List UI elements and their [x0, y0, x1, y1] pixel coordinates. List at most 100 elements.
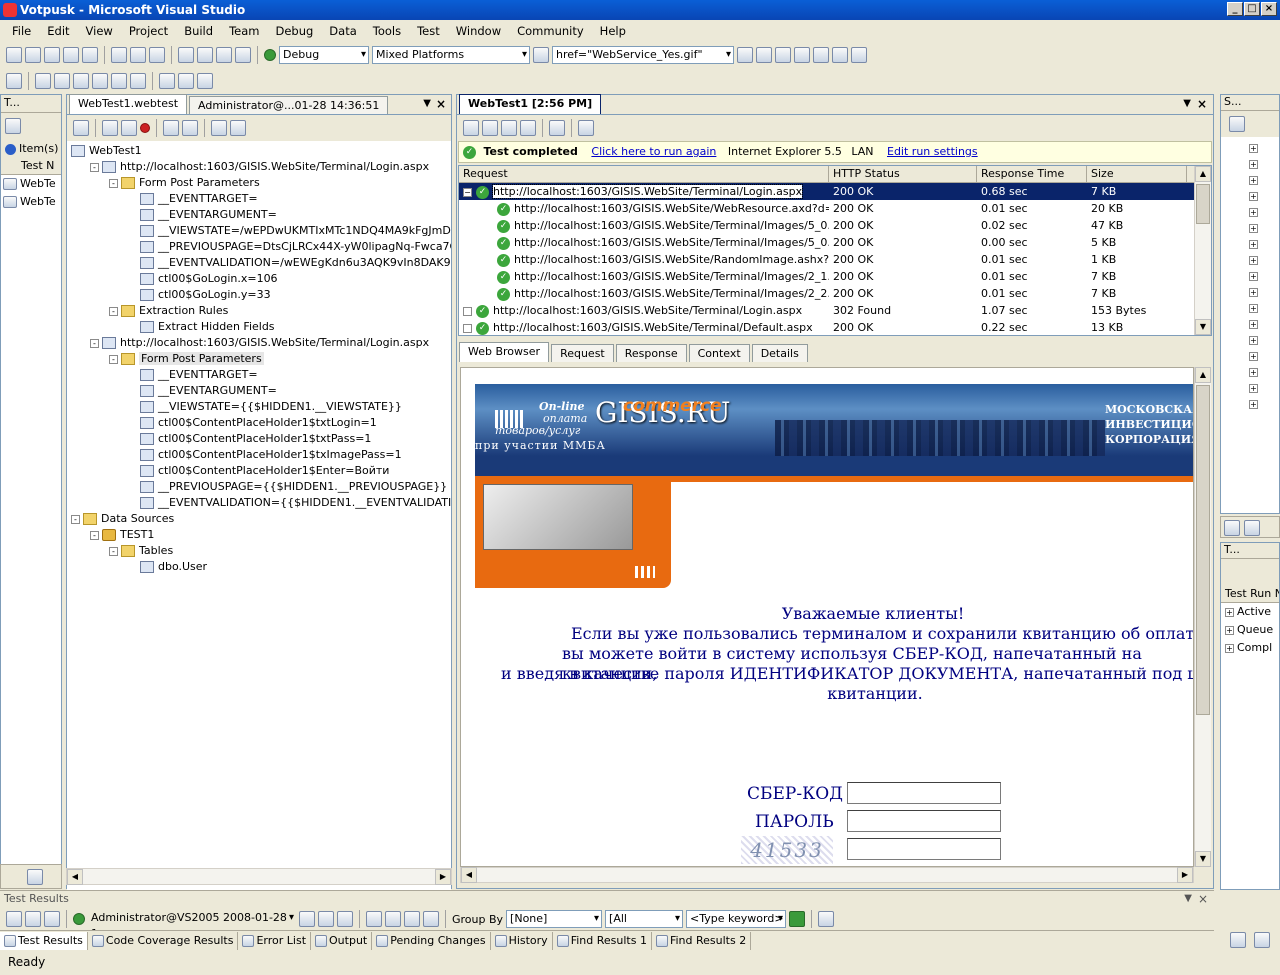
menu-build[interactable]: Build — [176, 24, 221, 38]
more-tools-icon[interactable] — [851, 47, 867, 63]
expand-icon[interactable]: + — [1249, 272, 1258, 281]
expand-icon[interactable]: + — [1249, 160, 1258, 169]
edit-run-settings-icon[interactable] — [549, 120, 565, 136]
save-all-icon[interactable] — [82, 47, 98, 63]
export-results-icon[interactable] — [385, 911, 401, 927]
menu-data[interactable]: Data — [321, 24, 364, 38]
solution-node[interactable]: + — [1249, 285, 1279, 301]
apply-filter-icon[interactable] — [789, 911, 806, 927]
test-run-group[interactable]: + Queue — [1221, 621, 1279, 639]
request-row[interactable]: ✓ http://localhost:1603/GISIS.WebSite/Ran… — [459, 251, 1211, 268]
collapse-icon[interactable]: - — [109, 354, 118, 364]
browser-scroll-up-icon[interactable]: ▲ — [1195, 367, 1211, 383]
pause-icon[interactable] — [501, 120, 517, 136]
export-icon[interactable] — [578, 120, 594, 136]
col-header-size[interactable]: Size — [1087, 166, 1187, 182]
tree-node[interactable]: __EVENTVALIDATION={{$HIDDEN1.__EVENTVALI… — [67, 495, 451, 511]
test-manager-tab-icon[interactable] — [1254, 932, 1270, 948]
test-view-tab-icon[interactable] — [27, 869, 43, 885]
scroll-right-icon[interactable]: ▶ — [435, 869, 451, 885]
collapse-icon[interactable]: - — [109, 178, 118, 188]
tree-node[interactable]: dbo.User — [67, 559, 451, 575]
close-editor-icon[interactable]: × — [436, 97, 446, 111]
result-tab[interactable]: WebTest1 [2:56 PM] — [459, 94, 602, 114]
expand-icon[interactable]: + — [1249, 352, 1258, 361]
tree-node[interactable]: __EVENTTARGET= — [67, 367, 451, 383]
solution-node[interactable]: + — [1249, 237, 1279, 253]
tool-tab-output[interactable]: Output — [311, 931, 373, 950]
generate-code-icon[interactable] — [211, 120, 227, 136]
menu-edit[interactable]: Edit — [39, 24, 77, 38]
rerun-icon[interactable] — [463, 120, 479, 136]
undo-icon[interactable] — [178, 47, 194, 63]
class-view-tab-icon[interactable] — [1244, 520, 1260, 536]
detail-tab-request[interactable]: Request — [551, 344, 614, 362]
new-project-icon[interactable] — [6, 47, 22, 63]
menu-tools[interactable]: Tools — [365, 24, 409, 38]
keyword-input[interactable]: <Type keyword> — [686, 910, 787, 928]
browser-scroll-thumb[interactable] — [1196, 385, 1210, 715]
tree-node[interactable]: - Form Post Parameters — [67, 175, 451, 191]
run-again-link[interactable]: Click here to run again — [591, 145, 716, 158]
solution-node[interactable]: + — [1249, 365, 1279, 381]
tree-node[interactable]: __EVENTARGUMENT= — [67, 207, 451, 223]
request-row[interactable]: ✓ http://localhost:1603/GISIS.WebSite/Ter… — [459, 268, 1211, 285]
copy-icon[interactable] — [130, 47, 146, 63]
tr-toolbar-icon-3[interactable] — [44, 911, 60, 927]
platform-select[interactable]: Mixed Platforms — [372, 46, 530, 64]
tool-tab-code-coverage-results[interactable]: Code Coverage Results — [88, 931, 239, 950]
solution-node[interactable]: + — [1249, 397, 1279, 413]
expand-icon[interactable]: + — [1249, 320, 1258, 329]
result-dropdown-icon[interactable]: ▼ — [1183, 98, 1191, 109]
expand-icon[interactable] — [463, 323, 472, 333]
solution-node[interactable]: + — [1249, 253, 1279, 269]
parameterize-icon[interactable] — [163, 120, 179, 136]
menu-community[interactable]: Community — [509, 24, 592, 38]
solution-explorer-tab-icon[interactable] — [1224, 520, 1240, 536]
collapse-icon[interactable]: - — [90, 162, 99, 172]
expand-icon[interactable]: + — [1249, 288, 1258, 297]
code-input[interactable] — [847, 782, 1001, 804]
browser-scroll-right-icon[interactable]: ▶ — [1177, 867, 1193, 883]
editor-tab-2[interactable]: Administrator@...01-28 14:36:51 — [189, 96, 389, 114]
collapse-icon[interactable]: - — [109, 306, 118, 316]
outdent-icon[interactable] — [197, 73, 213, 89]
maximize-button[interactable]: □ — [1244, 2, 1260, 16]
solution-node[interactable]: + — [1249, 141, 1279, 157]
test-run-header[interactable]: Test Run N — [1221, 587, 1279, 603]
tree-node[interactable]: Extract Hidden Fields — [67, 319, 451, 335]
solution-node[interactable]: + — [1249, 189, 1279, 205]
expand-icon[interactable]: + — [1249, 208, 1258, 217]
tool-tab-pending-changes[interactable]: Pending Changes — [372, 931, 491, 950]
tool-tab-find-results-1[interactable]: Find Results 1 — [553, 931, 652, 950]
solution-node[interactable]: + — [1249, 317, 1279, 333]
navigate-forward-icon[interactable] — [235, 47, 251, 63]
request-row[interactable]: ✓ http://localhost:1603/GISIS.WebSite/Ter… — [459, 234, 1211, 251]
test-name-header[interactable]: Test N — [1, 159, 61, 175]
request-row[interactable]: ✓ http://localhost:1603/GISIS.WebSite/Ter… — [459, 319, 1211, 336]
tree-node[interactable]: WebTest1 — [67, 143, 451, 159]
expand-icon[interactable]: + — [1249, 224, 1258, 233]
test-results-close-icon[interactable]: × — [1198, 891, 1208, 907]
save-icon[interactable] — [63, 47, 79, 63]
solution-node[interactable]: + — [1249, 381, 1279, 397]
set-credentials-icon[interactable] — [230, 120, 246, 136]
find-input[interactable]: href="WebService_Yes.gif" — [552, 46, 734, 64]
col-header-request[interactable]: Request — [459, 166, 829, 182]
tree-node[interactable]: __EVENTVALIDATION=/wEWEgKdn6u3AQK9vIn8DA… — [67, 255, 451, 271]
expand-icon[interactable]: + — [1249, 256, 1258, 265]
tree-node[interactable]: __EVENTTARGET= — [67, 191, 451, 207]
stop-icon[interactable] — [520, 120, 536, 136]
run-test-icon[interactable] — [73, 120, 89, 136]
password-input[interactable] — [847, 810, 1001, 832]
browser-scroll-left-icon[interactable]: ◀ — [461, 867, 477, 883]
expand-icon[interactable]: + — [1249, 336, 1258, 345]
tree-node[interactable]: ctl00$GoLogin.x=106 — [67, 271, 451, 287]
menu-view[interactable]: View — [78, 24, 121, 38]
menu-debug[interactable]: Debug — [267, 24, 321, 38]
test-list-item[interactable]: WebTe — [1, 175, 61, 193]
tree-node[interactable]: __VIEWSTATE={{$HIDDEN1.__VIEWSTATE}} — [67, 399, 451, 415]
menu-help[interactable]: Help — [592, 24, 634, 38]
add-datasource-icon[interactable] — [182, 120, 198, 136]
tree-node[interactable]: - http://localhost:1603/GISIS.WebSite/Ter… — [67, 159, 451, 175]
